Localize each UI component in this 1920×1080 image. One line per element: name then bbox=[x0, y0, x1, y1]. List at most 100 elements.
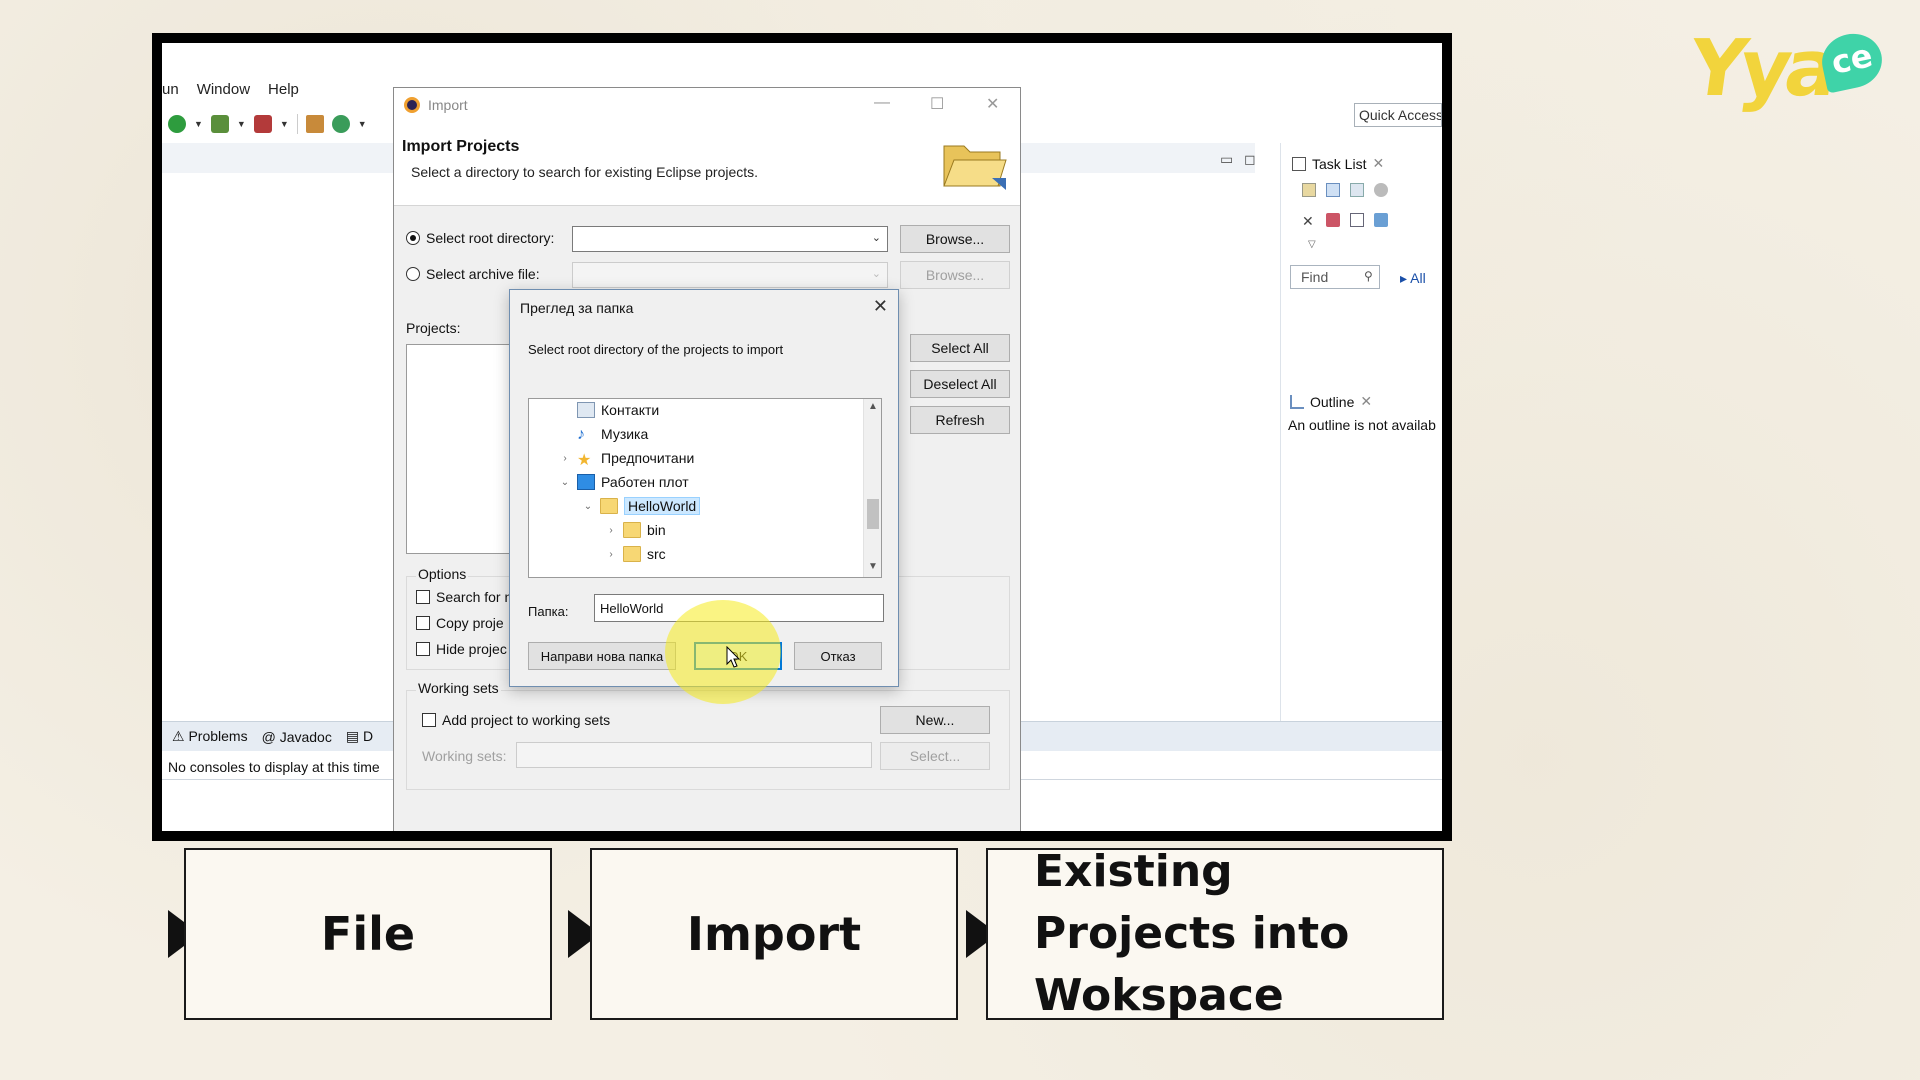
tree-item[interactable]: ⌄ Работен плот bbox=[559, 470, 689, 494]
step-file: File bbox=[184, 848, 552, 1020]
coverage-icon[interactable] bbox=[253, 115, 272, 133]
browse-dialog-title: Преглед за папка bbox=[520, 300, 634, 316]
copy-projects-option[interactable]: Copy proje bbox=[416, 615, 504, 631]
run-icon[interactable] bbox=[168, 115, 186, 133]
scheduled-icon[interactable] bbox=[1350, 183, 1364, 197]
tree-scrollbar[interactable]: ▲ ▼ bbox=[863, 399, 881, 577]
tree-item[interactable]: › ★ Предпочитани bbox=[559, 446, 694, 470]
refresh-button[interactable]: Refresh bbox=[910, 406, 1010, 434]
tab-javadoc[interactable]: @ Javadoc bbox=[262, 729, 332, 745]
browse-root-button[interactable]: Browse... bbox=[900, 225, 1010, 253]
chevron-down-icon: ⌄ bbox=[871, 268, 881, 280]
minimize-icon[interactable]: ▭ bbox=[1220, 151, 1233, 168]
open-folder-icon bbox=[943, 145, 1007, 190]
tree-item[interactable]: Контакти bbox=[559, 399, 660, 422]
new-working-set-button[interactable]: New... bbox=[880, 706, 990, 734]
maximize-icon[interactable]: ☐ bbox=[930, 94, 944, 114]
scrollbar-thumb[interactable] bbox=[867, 499, 879, 529]
close-icon[interactable]: ✕ bbox=[873, 296, 888, 317]
run-dropdown-icon[interactable]: ▼ bbox=[194, 119, 203, 129]
coverage-dropdown-icon[interactable]: ▼ bbox=[280, 119, 289, 129]
menu-bar: un Window Help bbox=[162, 79, 299, 103]
scroll-down-icon[interactable]: ▼ bbox=[868, 561, 878, 572]
tree-item[interactable]: › src bbox=[605, 542, 666, 566]
tab-declaration[interactable]: ▤ D bbox=[346, 728, 373, 745]
package-icon[interactable] bbox=[305, 115, 324, 133]
select-all-button[interactable]: Select All bbox=[910, 334, 1010, 362]
close-icon[interactable]: ✕ bbox=[1372, 155, 1384, 172]
new-dropdown-icon[interactable]: ▼ bbox=[358, 119, 367, 129]
chevron-right-icon[interactable]: › bbox=[605, 525, 617, 536]
working-sets-combo bbox=[516, 742, 872, 768]
chevron-down-icon[interactable]: ⌄ bbox=[582, 501, 594, 512]
step-file-label: File bbox=[320, 907, 416, 961]
root-directory-option[interactable]: Select root directory: bbox=[406, 230, 554, 246]
sync-icon[interactable] bbox=[1374, 183, 1388, 197]
search-nested-option[interactable]: Search for n bbox=[416, 589, 512, 605]
menu-help[interactable]: Help bbox=[268, 79, 299, 103]
minimize-icon[interactable]: — bbox=[874, 94, 890, 112]
focus-icon[interactable] bbox=[1326, 213, 1340, 227]
tree-item-label: HelloWorld bbox=[624, 497, 701, 515]
debug-icon[interactable] bbox=[210, 115, 229, 133]
folder-field-label: Папка: bbox=[528, 604, 569, 619]
archive-file-radio[interactable] bbox=[406, 267, 420, 281]
view-menu-icon[interactable]: ▽ bbox=[1308, 239, 1316, 250]
import-window-title: Import bbox=[428, 97, 468, 113]
task-list-toolbar-2: ✕ bbox=[1302, 213, 1388, 229]
tree-item[interactable]: ♪ Музика bbox=[559, 422, 648, 446]
new-folder-button[interactable]: Направи нова папка bbox=[528, 642, 676, 670]
collapse-all-icon[interactable] bbox=[1350, 213, 1364, 227]
tab-problems[interactable]: ⚠ Problems bbox=[172, 728, 248, 745]
chevron-down-icon[interactable]: ⌄ bbox=[559, 477, 571, 488]
tree-item-label: src bbox=[647, 546, 666, 562]
add-to-working-sets-checkbox[interactable] bbox=[422, 713, 436, 727]
close-icon[interactable]: ✕ bbox=[1360, 393, 1372, 410]
close-icon[interactable]: ✕ bbox=[986, 94, 999, 114]
all-link[interactable]: ▸ All bbox=[1400, 270, 1426, 287]
add-to-working-sets-option[interactable]: Add project to working sets bbox=[422, 712, 610, 728]
mouse-cursor-icon bbox=[726, 646, 741, 668]
show-in-icon[interactable] bbox=[1374, 213, 1388, 227]
task-list-icon bbox=[1292, 156, 1306, 171]
root-directory-radio[interactable] bbox=[406, 231, 420, 245]
search-icon: ⚲ bbox=[1364, 269, 1373, 283]
quick-access-field[interactable]: Quick Access bbox=[1354, 103, 1442, 127]
hide-projects-option[interactable]: Hide projec bbox=[416, 641, 507, 657]
task-list-tab[interactable]: Task List ✕ bbox=[1292, 155, 1384, 172]
scroll-up-icon[interactable]: ▲ bbox=[868, 401, 878, 412]
tree-item-label: Музика bbox=[601, 426, 649, 442]
page-subtitle: Select a directory to search for existin… bbox=[411, 164, 759, 180]
folder-tree[interactable]: Контакти ♪ Музика › ★ Предпочитани ⌄ Раб… bbox=[528, 398, 882, 578]
outline-tab[interactable]: Outline ✕ bbox=[1290, 393, 1372, 410]
debug-dropdown-icon[interactable]: ▼ bbox=[237, 119, 246, 129]
menu-run[interactable]: un bbox=[162, 79, 179, 103]
archive-file-option[interactable]: Select archive file: bbox=[406, 266, 540, 282]
hide-projects-checkbox[interactable] bbox=[416, 642, 430, 656]
categorized-icon[interactable] bbox=[1326, 183, 1340, 197]
tree-item[interactable]: › bin bbox=[605, 518, 666, 542]
outline-label: Outline bbox=[1310, 393, 1355, 410]
tree-item-selected[interactable]: ⌄ HelloWorld bbox=[582, 494, 701, 518]
toolbar-separator bbox=[296, 114, 298, 134]
search-nested-checkbox[interactable] bbox=[416, 590, 430, 604]
filter-icon[interactable]: ✕ bbox=[1302, 213, 1316, 229]
import-title-bar: Import bbox=[394, 88, 1020, 122]
maximize-icon[interactable]: ◻ bbox=[1244, 151, 1256, 168]
tab-declaration-label: D bbox=[362, 728, 374, 744]
chevron-right-icon[interactable]: › bbox=[605, 549, 617, 560]
root-directory-combo[interactable]: ⌄ bbox=[572, 226, 888, 252]
brand-logo: Yya ce bbox=[1684, 24, 1890, 114]
projects-list[interactable] bbox=[406, 344, 516, 554]
eclipse-window: un Window Help ▼ ▼ ▼ ▼ ▭ ◻ Quick Access … bbox=[162, 43, 1442, 831]
copy-projects-checkbox[interactable] bbox=[416, 616, 430, 630]
tree-item-label: Контакти bbox=[601, 402, 660, 418]
menu-window[interactable]: Window bbox=[197, 79, 250, 103]
main-toolbar: ▼ ▼ ▼ ▼ bbox=[162, 109, 367, 139]
new-class-icon[interactable] bbox=[331, 115, 350, 133]
new-task-icon[interactable] bbox=[1302, 183, 1316, 197]
chevron-right-icon[interactable]: › bbox=[559, 453, 571, 464]
music-icon: ♪ bbox=[577, 426, 585, 443]
cancel-button[interactable]: Отказ bbox=[794, 642, 882, 670]
deselect-all-button[interactable]: Deselect All bbox=[910, 370, 1010, 398]
